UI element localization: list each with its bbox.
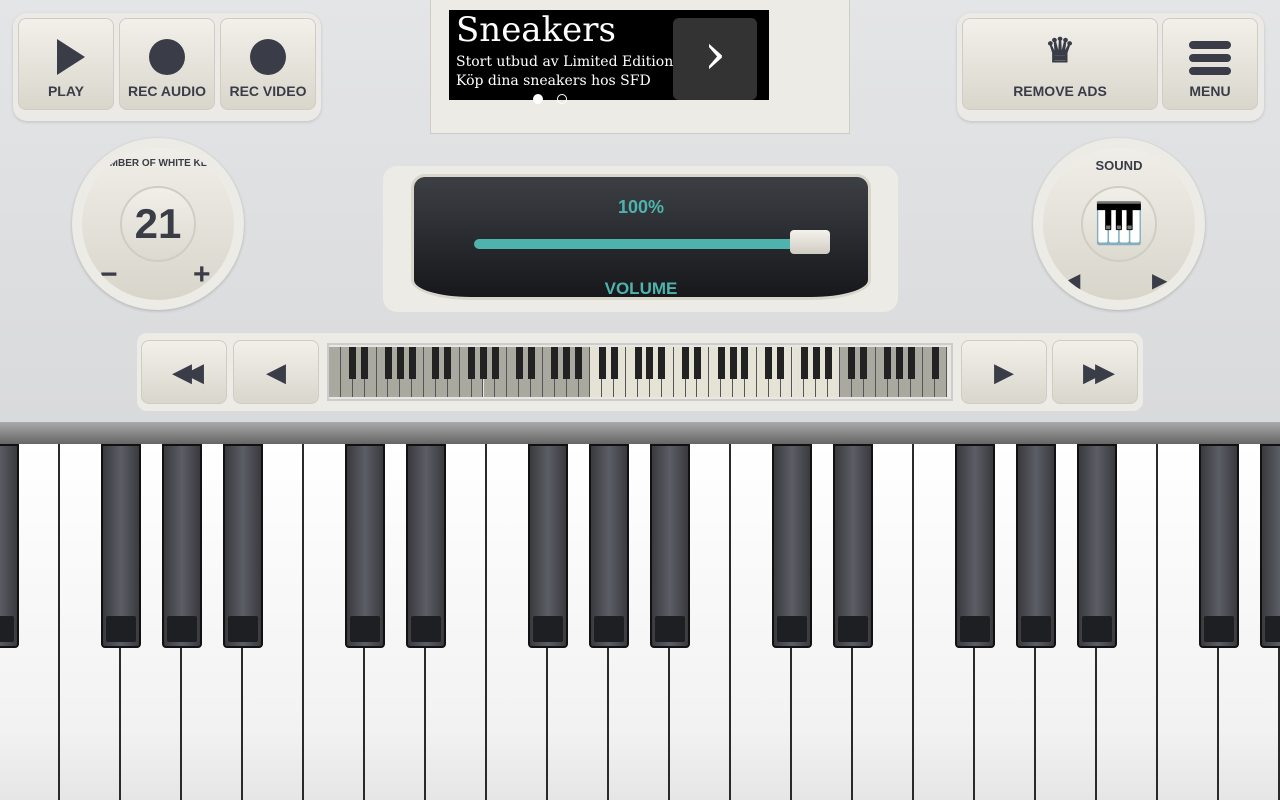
remove-ads-button[interactable]: ♛ REMOVE ADS: [962, 18, 1158, 110]
mini-black-key: [848, 347, 856, 379]
black-key[interactable]: [589, 444, 629, 648]
record-toolbar: PLAY REC AUDIO REC VIDEO: [13, 13, 321, 121]
fast-back-button[interactable]: ◀◀: [141, 340, 227, 404]
mini-black-key: [634, 347, 642, 379]
black-key[interactable]: [406, 444, 446, 648]
mini-black-key: [646, 347, 654, 379]
volume-thumb[interactable]: [790, 230, 830, 254]
mini-black-key: [563, 347, 571, 379]
ad-line1: Stort utbud av Limited Edition.: [456, 54, 678, 70]
mini-black-key: [765, 347, 773, 379]
menu-button[interactable]: MENU: [1162, 18, 1258, 110]
volume-slider[interactable]: [474, 230, 830, 254]
mini-black-key: [729, 347, 737, 379]
mini-black-key: [444, 347, 452, 379]
record-video-icon: [250, 39, 286, 75]
mini-black-key: [884, 347, 892, 379]
mini-black-key: [717, 347, 725, 379]
mini-black-key: [741, 347, 749, 379]
black-key[interactable]: [955, 444, 995, 648]
volume-panel: 100% VOLUME: [383, 166, 898, 312]
sound-label: SOUND: [1095, 158, 1143, 173]
black-key[interactable]: [650, 444, 690, 648]
mini-black-key: [349, 347, 357, 379]
black-key[interactable]: [833, 444, 873, 648]
mini-keyboard[interactable]: [327, 343, 953, 401]
black-key[interactable]: [162, 444, 202, 648]
white-keys-dial: NUMBER OF WHITE KEYS − + 21: [72, 138, 244, 310]
play-button[interactable]: PLAY: [18, 18, 114, 110]
mini-black-key: [491, 347, 499, 379]
black-key[interactable]: [528, 444, 568, 648]
black-key[interactable]: [1016, 444, 1056, 648]
volume-label: VOLUME: [604, 279, 678, 298]
mini-black-key: [396, 347, 404, 379]
mini-black-key: [480, 347, 487, 379]
crown-icon: ♛: [1044, 32, 1076, 70]
top-right-toolbar: ♛ REMOVE ADS MENU: [957, 13, 1264, 121]
ad-title: Sneakers: [456, 10, 617, 50]
ad-dots[interactable]: [533, 94, 573, 104]
black-key[interactable]: [223, 444, 263, 648]
hamburger-icon: [1189, 41, 1231, 75]
mini-black-key: [598, 347, 606, 379]
record-audio-icon: [149, 39, 185, 75]
piano-keyboard: [0, 422, 1280, 800]
chevron-right-icon: ›: [703, 22, 727, 87]
rec-video-button[interactable]: REC VIDEO: [220, 18, 316, 110]
mini-black-key: [895, 347, 903, 379]
white-keys-label: NUMBER OF WHITE KEYS: [95, 158, 221, 169]
keyboard-navigator: ◀◀ ◀ ▶ ▶▶: [137, 333, 1143, 411]
black-key[interactable]: [1077, 444, 1117, 648]
mini-black-key: [408, 347, 416, 379]
mini-black-key: [824, 347, 832, 379]
rec-audio-button[interactable]: REC AUDIO: [119, 18, 215, 110]
volume-fill: [474, 239, 830, 249]
back-button[interactable]: ◀: [233, 340, 319, 404]
mini-black-key: [693, 347, 701, 379]
mini-black-key: [551, 347, 559, 379]
mini-black-key: [361, 347, 369, 379]
mini-black-key: [907, 347, 915, 379]
ad-banner[interactable]: Sneakers Stort utbud av Limited Edition.…: [430, 0, 850, 134]
mini-black-key: [384, 347, 392, 379]
black-key[interactable]: [1260, 444, 1280, 648]
mini-black-key: [610, 347, 618, 379]
black-key[interactable]: [0, 444, 19, 648]
grand-piano-icon: 🎹: [1094, 202, 1144, 246]
mini-black-key: [658, 347, 666, 379]
mini-white-key: [329, 347, 341, 397]
black-key[interactable]: [772, 444, 812, 648]
mini-black-key: [812, 347, 820, 379]
ad-arrow-button[interactable]: ›: [673, 18, 757, 100]
mini-black-key: [468, 347, 476, 379]
black-key[interactable]: [101, 444, 141, 648]
play-icon: [57, 39, 85, 75]
mini-black-key: [931, 347, 939, 379]
forward-button[interactable]: ▶: [961, 340, 1047, 404]
ad-line2: Köp dina sneakers hos SFD: [456, 73, 651, 89]
mini-black-key: [777, 347, 785, 379]
mini-black-key: [682, 347, 690, 379]
mini-black-key: [515, 347, 523, 379]
volume-percent: 100%: [617, 197, 665, 217]
fast-forward-button[interactable]: ▶▶: [1052, 340, 1138, 404]
sound-dial: SOUND ◀ ▶ 🎹: [1033, 138, 1205, 310]
mini-black-key: [527, 347, 535, 379]
mini-black-key: [800, 347, 808, 379]
mini-black-key: [432, 347, 440, 379]
mini-black-key: [860, 347, 868, 379]
mini-black-key: [575, 347, 583, 379]
black-key[interactable]: [1199, 444, 1239, 648]
white-keys-count: 21: [134, 200, 182, 247]
keyboard-rail: [0, 422, 1280, 444]
black-key[interactable]: [345, 444, 385, 648]
